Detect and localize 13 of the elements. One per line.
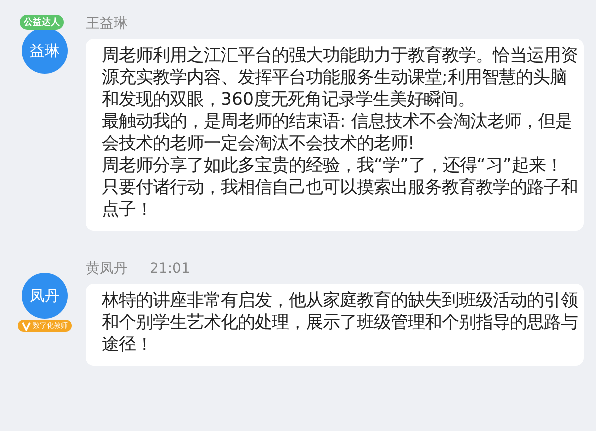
avatar[interactable]: 凤丹 (22, 273, 68, 319)
sender-name: 黄凤丹 (86, 260, 128, 278)
message-text: 周老师分享了如此多宝贵的经验，我“学”了，还得“习”起来！只要付诸行动，我相信自己也可以摸索出服务教育教学的路子和点子！ (102, 155, 578, 221)
v-icon (22, 322, 31, 330)
avatar[interactable]: 益琳 (22, 28, 68, 74)
avatar-initials: 益琳 (30, 42, 60, 60)
message-text: 林特的讲座非常有启发，他从家庭教育的缺失到班级活动的引领和个别学生艺术化的处理，展示了班级管理和个别指导的思路与途径！ (102, 290, 578, 356)
message-text: 周老师利用之江汇平台的强大功能助力于教育教学。恰当运用资源充实教学内容、发挥平台功能服务生动课堂;利用智慧的头脑和发现的双眼，360度无死角记录学生美好瞬间。 (102, 45, 578, 111)
avatar-initials: 凤丹 (30, 286, 60, 306)
message-text: 最触动我的，是周老师的结束语: 信息技术不会淘汰老师，但是会技术的老师一定会淘汰不会技术的老师! (102, 111, 574, 155)
sender-name: 王益琳 (86, 15, 128, 33)
avatar-badge: 公益达人 (20, 15, 64, 30)
message-time: 21:01 (150, 261, 190, 277)
